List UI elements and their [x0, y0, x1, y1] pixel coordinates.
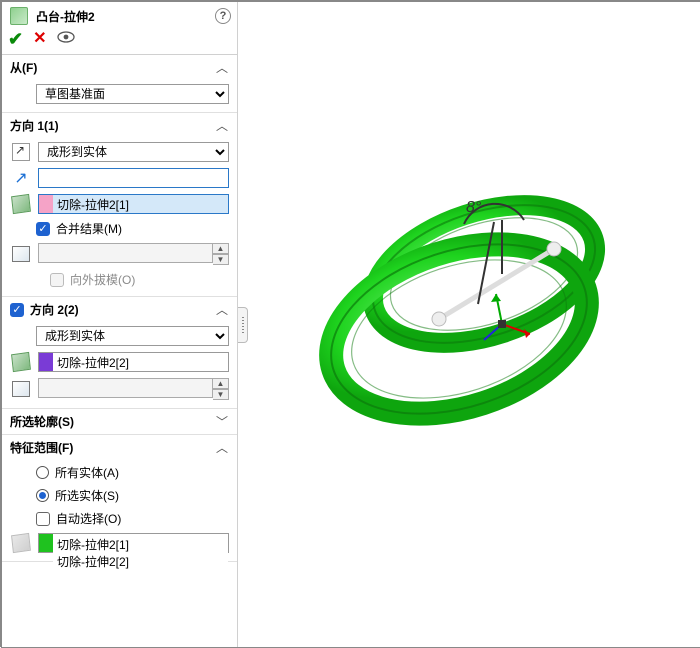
- section-scope-title: 特征范围(F): [10, 439, 209, 456]
- section-direction1-title: 方向 1(1): [10, 117, 209, 134]
- color-chip-green: [39, 534, 53, 552]
- section-direction2: ✓ 方向 2(2) ︿ 成形到实体 切除-拉伸2[2]: [2, 297, 237, 409]
- chevron-down-icon: ﹀: [215, 413, 229, 430]
- section-contours: 所选轮廓(S) ﹀: [2, 409, 237, 435]
- section-scope: 特征范围(F) ︿ 所有实体(A) 所选实体(S) 自动选择(O): [2, 435, 237, 562]
- chevron-up-icon: ︿: [215, 59, 229, 76]
- from-select[interactable]: 草图基准面: [36, 84, 229, 104]
- dir2-draft-angle-field[interactable]: ▲▼: [38, 378, 229, 400]
- section-from-header[interactable]: 从(F) ︿: [2, 55, 237, 80]
- chevron-up-icon: ︿: [215, 117, 229, 134]
- body-target-icon: [10, 194, 32, 214]
- direction-vector-icon: ↗: [10, 168, 32, 188]
- section-direction2-header[interactable]: ✓ 方向 2(2) ︿: [2, 297, 237, 322]
- spinner-up[interactable]: ▲: [213, 243, 229, 254]
- chevron-up-icon: ︿: [215, 301, 229, 318]
- section-contours-title: 所选轮廓(S): [10, 413, 209, 430]
- scope-body-item[interactable]: 切除-拉伸2[2]: [57, 553, 224, 570]
- color-chip-pink: [39, 195, 53, 213]
- scope-bodies-list[interactable]: 切除-拉伸2[1] 切除-拉伸2[2]: [38, 533, 229, 553]
- feature-title: 凸台-拉伸2: [36, 8, 209, 25]
- ok-button[interactable]: ✔: [8, 30, 23, 48]
- help-icon[interactable]: ?: [215, 8, 231, 24]
- model-preview: 8°: [299, 119, 639, 479]
- body-target-icon: [10, 352, 32, 372]
- section-direction2-title: 方向 2(2): [30, 301, 209, 318]
- direction2-enable-checkbox[interactable]: ✓: [10, 303, 24, 317]
- graphics-viewport[interactable]: 8°: [238, 2, 700, 647]
- scope-selected-radio[interactable]: [36, 489, 49, 502]
- dir1-endcond-select[interactable]: 成形到实体: [38, 142, 229, 162]
- section-scope-header[interactable]: 特征范围(F) ︿: [2, 435, 237, 460]
- scope-auto-checkbox[interactable]: [36, 512, 50, 526]
- scope-body-icon: [10, 533, 32, 553]
- scope-all-label: 所有实体(A): [55, 464, 119, 481]
- reverse-direction-icon[interactable]: [10, 142, 32, 162]
- scope-selected-label: 所选实体(S): [55, 487, 119, 504]
- section-from: 从(F) ︿ 草图基准面: [2, 55, 237, 113]
- draft-outward-label: 向外拔模(O): [70, 271, 135, 288]
- dir2-body-target-text: 切除-拉伸2[2]: [53, 354, 228, 371]
- scope-auto-label: 自动选择(O): [56, 510, 121, 527]
- dir2-endcond-select[interactable]: 成形到实体: [36, 326, 229, 346]
- preview-toggle[interactable]: [57, 30, 75, 48]
- feature-icon: [8, 6, 30, 26]
- panel-splitter-handle[interactable]: [238, 307, 248, 343]
- merge-result-label: 合并结果(M): [56, 220, 122, 237]
- dir1-body-target-text: 切除-拉伸2[1]: [53, 196, 228, 213]
- draft-outward-checkbox: [50, 273, 64, 287]
- spinner-up[interactable]: ▲: [213, 378, 229, 389]
- section-from-title: 从(F): [10, 59, 209, 76]
- feature-header: 凸台-拉伸2 ?: [2, 2, 237, 28]
- draft-icon: [10, 244, 32, 264]
- dir2-body-target-field[interactable]: 切除-拉伸2[2]: [38, 352, 229, 372]
- draft-angle-field[interactable]: ▲▼: [38, 243, 229, 265]
- spinner-down[interactable]: ▼: [213, 254, 229, 265]
- chevron-up-icon: ︿: [215, 439, 229, 456]
- color-chip-purple: [39, 353, 53, 371]
- angle-label: 8°: [466, 199, 482, 216]
- direction-vector-field[interactable]: [38, 168, 229, 188]
- dir1-body-target-field[interactable]: 切除-拉伸2[1]: [38, 194, 229, 214]
- scope-all-radio[interactable]: [36, 466, 49, 479]
- scope-body-item[interactable]: 切除-拉伸2[1]: [57, 536, 224, 553]
- cancel-button[interactable]: ✕: [33, 31, 46, 47]
- section-direction1-header[interactable]: 方向 1(1) ︿: [2, 113, 237, 138]
- draft-icon: [10, 379, 32, 399]
- spinner-down[interactable]: ▼: [213, 389, 229, 400]
- feature-actions: ✔ ✕: [2, 28, 237, 55]
- merge-result-checkbox[interactable]: ✓: [36, 222, 50, 236]
- property-manager-panel: 凸台-拉伸2 ? ✔ ✕ 从(F) ︿ 草图基准面: [2, 2, 238, 647]
- section-contours-header[interactable]: 所选轮廓(S) ﹀: [2, 409, 237, 434]
- section-direction1: 方向 1(1) ︿ 成形到实体 ↗ 切除: [2, 113, 237, 297]
